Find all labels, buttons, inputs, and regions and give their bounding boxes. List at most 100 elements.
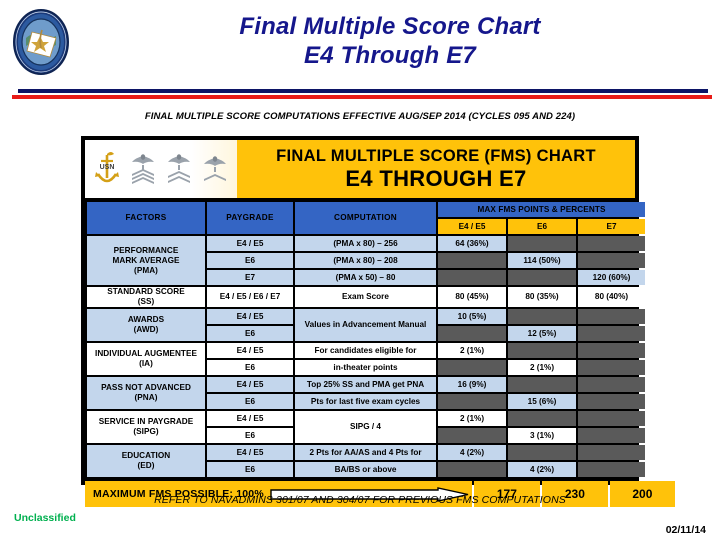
column-header-e4e5: E4 / E5 <box>438 219 506 234</box>
table-row: PERFORMANCE MARK AVERAGE (PMA) E4 / E5 (PMA … <box>87 236 646 285</box>
factor-cell: EDUCATION (ED) <box>87 445 205 477</box>
computation-cell: SIPG / 4 <box>295 411 436 443</box>
effective-date-caption: FINAL MULTIPLE SCORE COMPUTATIONS EFFECT… <box>144 111 576 122</box>
points-cell-empty <box>508 309 576 324</box>
points-cell-empty <box>578 462 646 477</box>
points-cell-e4e5: 10 (5%) <box>438 309 506 324</box>
points-cell-empty <box>578 394 646 409</box>
points-cell-empty <box>508 343 576 358</box>
chart-banner-line-2: E4 THROUGH E7 <box>345 165 527 191</box>
column-header-computation: COMPUTATION <box>295 202 436 234</box>
factor-label-line: AWARDS <box>127 315 165 324</box>
fms-table: FACTORS PAYGRADE COMPUTATION MAX FMS POINTS… <box>85 200 647 479</box>
computation-cell: (PMA x 80) – 256 <box>295 236 436 251</box>
petty-officer-first-class-crow-icon <box>132 154 154 184</box>
points-cell-e7: 80 (40%) <box>578 287 646 307</box>
points-cell-empty <box>438 428 506 443</box>
points-cell-empty <box>578 343 646 358</box>
computation-cell: 2 Pts for AA/AS and 4 Pts for <box>295 445 436 460</box>
points-cell-e6: 2 (1%) <box>508 360 576 375</box>
paygrade-cell: E4 / E5 / E6 / E7 <box>207 287 293 307</box>
points-cell-empty <box>578 253 646 268</box>
factor-label-line: (PMA) <box>134 265 158 275</box>
paygrade-cell: E4 / E5 <box>207 236 293 251</box>
paygrade-cell: E6 <box>207 428 293 443</box>
petty-officer-second-class-crow-icon <box>168 154 190 183</box>
points-cell-empty <box>508 236 576 251</box>
column-header-max-group: MAX FMS POINTS & PERCENTS <box>438 202 646 217</box>
divider <box>12 89 712 101</box>
computation-cell: Exam Score <box>295 287 436 307</box>
points-cell-empty <box>578 445 646 460</box>
column-header-paygrade: PAYGRADE <box>207 202 293 234</box>
paygrade-cell: E6 <box>207 326 293 341</box>
points-cell-e4e5: 16 (9%) <box>438 377 506 392</box>
page-title-line-2: E4 Through E7 <box>304 42 476 69</box>
points-cell-empty <box>438 462 506 477</box>
factor-label-line: EDUCATION <box>121 451 171 460</box>
refer-note: REFER TO NAVADMINS 301/07 AND 304/07 FOR… <box>154 494 566 506</box>
points-cell-empty <box>438 360 506 375</box>
points-cell-e4e5: 2 (1%) <box>438 343 506 358</box>
points-cell-e7: 120 (60%) <box>578 270 646 285</box>
points-cell-e6: 12 (5%) <box>508 326 576 341</box>
points-cell-empty <box>438 394 506 409</box>
points-cell-e4e5: 4 (2%) <box>438 445 506 460</box>
points-cell-empty <box>578 377 646 392</box>
factor-label-line: (AWD) <box>133 325 159 334</box>
points-cell-empty <box>578 236 646 251</box>
factor-label-line: MARK AVERAGE <box>112 255 180 265</box>
paygrade-cell: E4 / E5 <box>207 377 293 392</box>
points-cell-empty <box>578 326 646 341</box>
factor-cell: AWARDS (AWD) <box>87 309 205 341</box>
table-row: PASS NOT ADVANCED (PNA) E4 / E5 Top 25% SS … <box>87 377 646 409</box>
points-cell-empty <box>438 253 506 268</box>
paygrade-cell: E6 <box>207 253 293 268</box>
points-cell-empty <box>578 309 646 324</box>
petty-officer-third-class-crow-icon <box>204 156 226 181</box>
factor-label-line: (ED) <box>137 461 155 470</box>
table-row: SERVICE IN PAYGRADE (SIPG) E4 / E5 SIPG / 4… <box>87 411 646 443</box>
factor-cell: SERVICE IN PAYGRADE (SIPG) <box>87 411 205 443</box>
computation-cell: (PMA x 50) – 80 <box>295 270 436 285</box>
computation-cell: Pts for last five exam cycles <box>295 394 436 409</box>
column-header-factors: FACTORS <box>87 202 205 234</box>
points-cell-empty <box>578 360 646 375</box>
slide-header: Final Multiple Score Chart E4 Through E7 <box>0 0 720 99</box>
svg-text:USN: USN <box>100 164 115 171</box>
points-cell-empty <box>508 411 576 426</box>
points-cell-e6: 4 (2%) <box>508 462 576 477</box>
chart-banner-line-1: FINAL MULTIPLE SCORE (FMS) CHART <box>276 146 596 165</box>
paygrade-cell: E6 <box>207 360 293 375</box>
factor-label-line: (SIPG) <box>133 427 159 436</box>
paygrade-cell: E7 <box>207 270 293 285</box>
page-title: Final Multiple Score Chart E4 Through E7 <box>90 12 690 70</box>
points-cell-e6: 15 (6%) <box>508 394 576 409</box>
divider-navy-bar <box>18 89 708 93</box>
factor-label-line: STANDARD SCORE <box>107 287 185 296</box>
points-cell-e6: 3 (1%) <box>508 428 576 443</box>
chart-banner: USN FINAL MULTIPLE SCORE (FMS) CHART E4 … <box>85 140 635 198</box>
factor-cell: STANDARD SCORE (SS) <box>87 287 205 307</box>
chief-petty-officer-anchor-icon: USN <box>95 152 119 183</box>
computation-cell: BA/BS or above <box>295 462 436 477</box>
paygrade-cell: E4 / E5 <box>207 411 293 426</box>
navy-seal-icon <box>12 8 70 76</box>
points-cell-e4e5: 2 (1%) <box>438 411 506 426</box>
table-row: AWARDS (AWD) E4 / E5 Values in Advancement … <box>87 309 646 341</box>
points-cell-e6: 80 (35%) <box>508 287 576 307</box>
paygrade-cell: E6 <box>207 394 293 409</box>
points-cell-empty <box>508 445 576 460</box>
factor-label-line: PERFORMANCE <box>113 245 179 255</box>
classification-marking: Unclassified <box>14 512 76 524</box>
factor-cell: INDIVIDUAL AUGMENTEE (IA) <box>87 343 205 375</box>
points-cell-empty <box>578 411 646 426</box>
points-cell-empty <box>438 326 506 341</box>
factor-label-line: INDIVIDUAL AUGMENTEE <box>95 349 197 358</box>
factor-label-line: SERVICE IN PAYGRADE <box>98 417 194 426</box>
points-cell-e4e5: 80 (45%) <box>438 287 506 307</box>
factor-cell: PASS NOT ADVANCED (PNA) <box>87 377 205 409</box>
paygrade-cell: E4 / E5 <box>207 445 293 460</box>
table-row: INDIVIDUAL AUGMENTEE (IA) E4 / E5 For candi… <box>87 343 646 375</box>
paygrade-cell: E4 / E5 <box>207 309 293 324</box>
